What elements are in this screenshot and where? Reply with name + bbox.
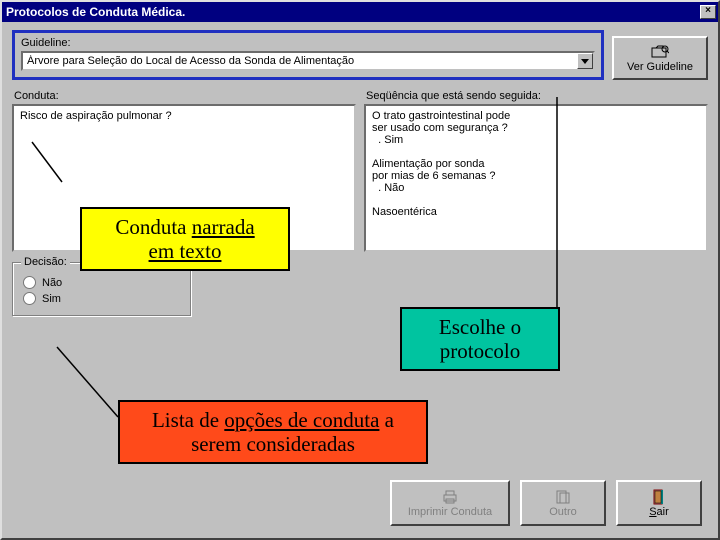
sequencia-label: Seqüência que está sendo seguida: bbox=[366, 90, 708, 102]
bottom-buttons: Imprimir Conduta Outro Sair bbox=[390, 480, 702, 526]
guideline-group: Guideline: bbox=[12, 30, 604, 80]
view-guideline-button[interactable]: Ver Guideline bbox=[612, 36, 708, 80]
window: Protocolos de Conduta Médica. × Guidelin… bbox=[0, 0, 720, 540]
callout-conduta-narrada: Conduta narrada em texto bbox=[80, 207, 290, 271]
sair-button[interactable]: Sair bbox=[616, 480, 702, 526]
imprimir-conduta-button[interactable]: Imprimir Conduta bbox=[390, 480, 510, 526]
close-icon: × bbox=[705, 5, 711, 16]
imprimir-label: Imprimir Conduta bbox=[408, 506, 492, 518]
content-area: Guideline: Ver Guideline Conduta: Risco … bbox=[2, 22, 718, 538]
decisao-legend: Decisão: bbox=[21, 256, 70, 268]
radio-sim[interactable]: Sim bbox=[23, 292, 181, 305]
guideline-input[interactable] bbox=[23, 53, 577, 69]
document-icon bbox=[555, 489, 571, 505]
conduta-label: Conduta: bbox=[14, 90, 356, 102]
view-guideline-label: Ver Guideline bbox=[627, 61, 693, 73]
radio-nao[interactable]: Não bbox=[23, 276, 181, 289]
radio-sim-label: Sim bbox=[42, 293, 61, 305]
sequencia-textbox[interactable]: O trato gastrointestinal pode ser usado … bbox=[364, 104, 708, 252]
close-button[interactable]: × bbox=[700, 5, 716, 19]
outro-label: Outro bbox=[549, 506, 577, 518]
right-column: Seqüência que está sendo seguida: O trat… bbox=[364, 88, 708, 317]
window-title: Protocolos de Conduta Médica. bbox=[6, 5, 185, 19]
callout-lista-opcoes: Lista de opções de conduta a serem consi… bbox=[118, 400, 428, 464]
folder-icon bbox=[651, 44, 669, 60]
guideline-label: Guideline: bbox=[21, 37, 595, 49]
exit-icon bbox=[652, 489, 666, 505]
outro-button[interactable]: Outro bbox=[520, 480, 606, 526]
left-column: Conduta: Risco de aspiração pulmonar ? D… bbox=[12, 88, 356, 317]
top-row: Guideline: Ver Guideline bbox=[12, 30, 708, 80]
radio-sim-input[interactable] bbox=[23, 292, 36, 305]
titlebar: Protocolos de Conduta Médica. × bbox=[2, 2, 718, 22]
chevron-down-icon bbox=[581, 59, 589, 64]
guideline-combo[interactable] bbox=[21, 51, 595, 71]
printer-icon bbox=[441, 489, 459, 505]
callout-escolhe-protocolo: Escolhe o protocolo bbox=[400, 307, 560, 371]
radio-nao-label: Não bbox=[42, 277, 62, 289]
radio-nao-input[interactable] bbox=[23, 276, 36, 289]
main-row: Conduta: Risco de aspiração pulmonar ? D… bbox=[12, 88, 708, 317]
guideline-dropdown-button[interactable] bbox=[577, 53, 593, 69]
sair-label: Sair bbox=[649, 506, 669, 518]
